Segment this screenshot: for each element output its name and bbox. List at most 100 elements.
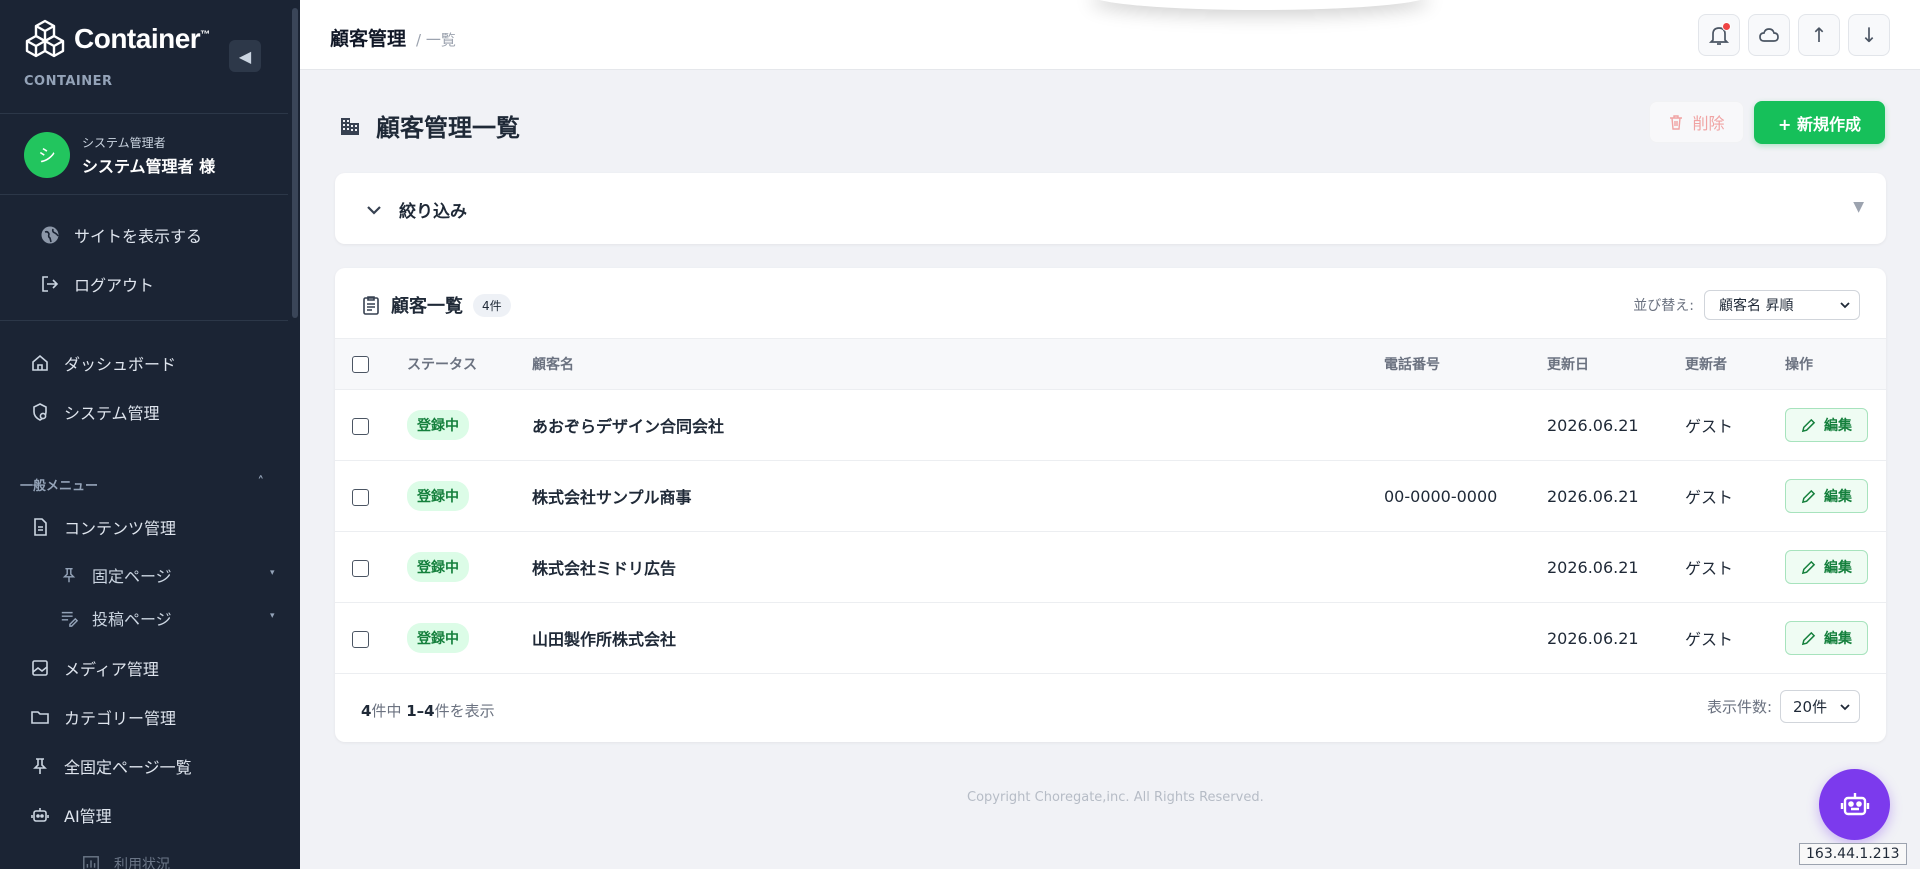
copyright: Copyright Choregate,inc. All Rights Rese…: [967, 790, 1264, 805]
edit-button[interactable]: 編集: [1785, 621, 1868, 655]
sidebar-item-category[interactable]: カテゴリー管理: [30, 705, 176, 729]
brand[interactable]: Container™: [24, 18, 210, 60]
sidebar-item-fixed-pages[interactable]: 固定ページ: [60, 563, 172, 587]
chevron-down-icon[interactable]: ▾: [270, 611, 275, 621]
table-row: 登録中 株式会社ミドリ広告 2026.06.21 ゲスト 編集: [335, 531, 1886, 603]
robot-icon: [1840, 792, 1869, 815]
view-site-link[interactable]: サイトを表示する: [40, 223, 202, 247]
building-icon: [341, 117, 359, 135]
user-role: システム管理者: [82, 135, 166, 150]
sidebar-collapse-button[interactable]: ◀: [229, 40, 261, 72]
table-header-row: ステータス 顧客名 電話番号 更新日 更新者 操作: [335, 338, 1886, 390]
sidebar-item-media[interactable]: メディア管理: [30, 656, 159, 680]
table-row: 登録中 株式会社サンプル商事 00-0000-0000 2026.06.21 ゲ…: [335, 460, 1886, 532]
filter-panel[interactable]: 絞り込み ▼: [335, 173, 1886, 244]
updater: ゲスト: [1685, 389, 1785, 461]
sidebar-item-ai[interactable]: AI管理: [30, 803, 112, 827]
status-badge: 登録中: [407, 552, 469, 582]
phone: 00-0000-0000: [1384, 460, 1547, 532]
section-general-menu[interactable]: 一般メニュー ˄: [20, 475, 264, 494]
user-profile[interactable]: シ システム管理者 システム管理者 様: [24, 132, 215, 178]
notification-button[interactable]: [1698, 14, 1740, 56]
arrow-down-icon: ↓: [1860, 23, 1878, 47]
row-checkbox[interactable]: [352, 417, 369, 435]
column-header-phone[interactable]: 電話番号: [1384, 338, 1547, 390]
pin-icon: [62, 567, 76, 583]
sort-select[interactable]: 顧客名 昇順: [1704, 290, 1860, 320]
edit-button[interactable]: 編集: [1785, 550, 1868, 584]
logout-icon: [42, 276, 59, 292]
triangle-left-icon: ◀: [238, 46, 252, 66]
breadcrumb-current: / 一覧: [416, 31, 456, 49]
table-row: 登録中 あおぞらデザイン合同会社 2026.06.21 ゲスト 編集: [335, 389, 1886, 461]
chevron-down-icon: [367, 205, 381, 215]
row-checkbox[interactable]: [352, 630, 369, 648]
create-new-button[interactable]: + 新規作成: [1754, 101, 1885, 144]
customer-name[interactable]: 株式会社ミドリ広告: [532, 531, 1384, 603]
divider: [0, 113, 288, 114]
pencil-icon: [1801, 560, 1816, 574]
updater: ゲスト: [1685, 531, 1785, 603]
shield-gear-icon: [33, 403, 47, 421]
brand-name: Container™: [74, 23, 210, 54]
updated-date: 2026.06.21: [1547, 531, 1685, 603]
customer-name[interactable]: 株式会社サンプル商事: [532, 460, 1384, 532]
folder-icon: [31, 711, 49, 724]
edit-button[interactable]: 編集: [1785, 479, 1868, 513]
divider: [0, 320, 288, 321]
sidebar: Container™ CONTAINER ◀ シ システム管理者 システム管理者…: [0, 0, 300, 869]
sidebar-item-posts[interactable]: 投稿ページ: [60, 606, 172, 630]
scroll-up-button[interactable]: ↑: [1798, 14, 1840, 56]
scroll-down-button[interactable]: ↓: [1848, 14, 1890, 56]
chart-icon: [83, 856, 99, 869]
status-badge: 登録中: [407, 623, 469, 653]
row-checkbox[interactable]: [352, 488, 369, 506]
pagination-summary: 4件中 1–4件を表示: [361, 702, 495, 720]
arrow-up-icon: ↑: [1810, 23, 1828, 47]
customer-table: ステータス 顧客名 電話番号 更新日 更新者 操作 登録中 あおぞらデザイン合同…: [335, 338, 1886, 674]
updater: ゲスト: [1685, 460, 1785, 532]
caret-down-icon[interactable]: ▼: [1853, 199, 1864, 215]
topbar: 顧客管理 / 一覧 ↑ ↓: [300, 0, 1920, 70]
sidebar-item-all-fixed-pages[interactable]: 全固定ページ一覧: [30, 754, 192, 778]
column-header-updater[interactable]: 更新者: [1685, 338, 1785, 390]
cloud-icon: [1759, 28, 1779, 42]
page-title: 顧客管理: [330, 28, 407, 50]
pencil-icon: [1801, 489, 1816, 503]
column-header-status[interactable]: ステータス: [407, 338, 532, 390]
brand-subtitle: CONTAINER: [24, 74, 113, 89]
updated-date: 2026.06.21: [1547, 460, 1685, 532]
chevron-down-icon[interactable]: ▾: [270, 568, 275, 578]
column-header-updated[interactable]: 更新日: [1547, 338, 1685, 390]
count-badge: 4件: [473, 293, 511, 317]
sidebar-scrollbar[interactable]: [292, 8, 298, 318]
row-checkbox[interactable]: [352, 559, 369, 577]
delete-button[interactable]: 削除: [1649, 101, 1744, 143]
sidebar-item-dashboard[interactable]: ダッシュボード: [30, 351, 176, 375]
select-all-checkbox[interactable]: [352, 355, 369, 373]
pin-icon: [33, 758, 47, 774]
clipboard-icon: [363, 296, 379, 315]
image-icon: [32, 660, 48, 676]
edit-button[interactable]: 編集: [1785, 408, 1868, 442]
updated-date: 2026.06.21: [1547, 602, 1685, 674]
column-header-name[interactable]: 顧客名: [532, 338, 1384, 390]
ai-assistant-button[interactable]: [1819, 769, 1890, 840]
sidebar-item-system[interactable]: システム管理: [30, 400, 160, 424]
status-badge: 登録中: [407, 481, 469, 511]
filter-toggle[interactable]: 絞り込み: [365, 197, 467, 222]
cubes-logo-icon: [25, 19, 65, 58]
phone: [1384, 531, 1547, 603]
customer-name[interactable]: 山田製作所株式会社: [532, 602, 1384, 674]
notification-dot: [1722, 22, 1731, 31]
sidebar-item-usage[interactable]: 利用状況: [82, 854, 170, 869]
cloud-button[interactable]: [1748, 14, 1790, 56]
customer-name[interactable]: あおぞらデザイン合同会社: [532, 389, 1384, 461]
sidebar-item-contents[interactable]: コンテンツ管理: [30, 515, 176, 539]
per-page-select[interactable]: 20件: [1780, 690, 1860, 723]
list-edit-icon: [61, 611, 78, 627]
logout-link[interactable]: ログアウト: [40, 272, 154, 296]
pencil-icon: [1801, 631, 1816, 645]
status-badge: 登録中: [407, 410, 469, 440]
user-name: システム管理者 様: [82, 156, 216, 176]
